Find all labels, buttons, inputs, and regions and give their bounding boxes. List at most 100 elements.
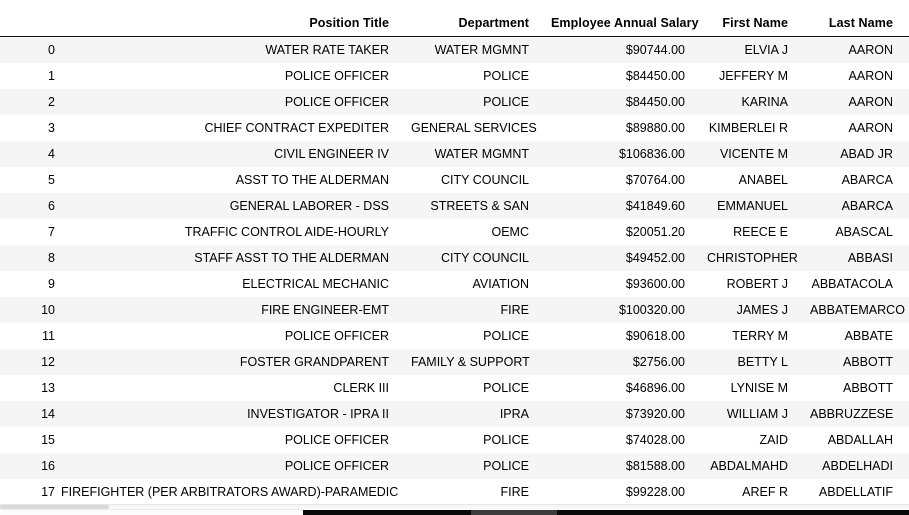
cell-department: STREETS & SAN (430, 199, 529, 213)
cell-index: 12 (41, 355, 55, 369)
column-header-position-title[interactable]: Position Title (55, 0, 405, 37)
cell-first-name: LYNISE M (730, 381, 788, 395)
cell-department: FIRE (500, 303, 529, 317)
cell-position-title: INVESTIGATOR - IPRA II (247, 407, 389, 421)
table-row[interactable]: 3 CHIEF CONTRACT EXPEDITER GENERAL SERVICE… (0, 115, 909, 141)
cell-department: FIRE (500, 485, 529, 499)
cell-first-name: EMMANUEL (717, 199, 788, 213)
table-row[interactable]: 8 STAFF ASST TO THE ALDERMAN CITY COUNCIL $… (0, 245, 909, 271)
cell-index: 15 (41, 433, 55, 447)
cell-index: 5 (48, 173, 55, 187)
cell-first-name: ZAID (759, 433, 788, 447)
table-row[interactable]: 9 ELECTRICAL MECHANIC AVIATION $93600.00 ROB… (0, 271, 909, 297)
column-header-index[interactable] (0, 0, 55, 37)
cell-last-name: AARON (848, 43, 893, 57)
cell-first-name: REECE E (733, 225, 788, 239)
cell-last-name: ABDELHADI (822, 459, 893, 473)
column-header-department[interactable]: Department (405, 0, 545, 37)
cell-salary: $70764.00 (625, 173, 685, 187)
cell-first-name: WILLIAM J (726, 407, 788, 421)
cell-salary: $106836.00 (618, 147, 685, 161)
cell-last-name: ABDELLATIF (818, 485, 893, 499)
dataframe-scroll-container[interactable]: Position Title Department Employee Annua… (0, 0, 909, 505)
cell-salary: $93600.00 (625, 277, 685, 291)
cell-first-name: AREF R (742, 485, 788, 499)
column-header-last-name[interactable]: Last Name (804, 0, 909, 37)
cell-index: 6 (48, 199, 55, 213)
table-row[interactable]: 17 FIREFIGHTER (PER ARBITRATORS AWARD)-PA… (0, 479, 909, 505)
cell-last-name: ABDALLAH (827, 433, 893, 447)
cell-index: 10 (41, 303, 55, 317)
table-row[interactable]: 5 ASST TO THE ALDERMAN CITY COUNCIL $70764.… (0, 167, 909, 193)
dataframe-viewport: Position Title Department Employee Annua… (0, 0, 909, 515)
cell-index: 14 (41, 407, 55, 421)
cell-last-name: AARON (848, 95, 893, 109)
cell-department: OEMC (491, 225, 530, 239)
cell-index: 3 (48, 121, 55, 135)
cell-last-name: ABBOTT (842, 355, 893, 369)
table-row[interactable]: 4 CIVIL ENGINEER IV WATER MGMNT $106836.00 V… (0, 141, 909, 167)
cell-salary: $81588.00 (625, 459, 685, 473)
cell-salary: $100320.00 (618, 303, 685, 317)
cell-index: 7 (48, 225, 55, 239)
table-row[interactable]: 12 FOSTER GRANDPARENT FAMILY & SUPPORT $275… (0, 349, 909, 375)
cell-first-name: VICENTE M (719, 147, 788, 161)
cell-position-title: CHIEF CONTRACT EXPEDITER (204, 121, 389, 135)
cell-position-title: ASST TO THE ALDERMAN (235, 173, 389, 187)
cell-index: 11 (42, 329, 55, 343)
cell-salary: $84450.00 (625, 69, 685, 83)
cell-department: WATER MGMNT (434, 147, 529, 161)
table-row[interactable]: 16 POLICE OFFICER POLICE $81588.00 ABDALMAHD… (0, 453, 909, 479)
cell-salary: $99228.00 (625, 485, 685, 499)
cell-first-name: ROBERT J (726, 277, 788, 291)
table-row[interactable]: 0 WATER RATE TAKER WATER MGMNT $90744.00 ELV… (0, 36, 909, 63)
chrome-segment-light (0, 509, 303, 515)
cell-salary: $49452.00 (625, 251, 685, 265)
table-row[interactable]: 2 POLICE OFFICER POLICE $84450.00 KARINA AARO… (0, 89, 909, 115)
table-row[interactable]: 6 GENERAL LABORER - DSS STREETS & SAN $4184… (0, 193, 909, 219)
cell-last-name: ABARCA (841, 199, 893, 213)
column-header-employee-annual-salary[interactable]: Employee Annual Salary (545, 0, 701, 37)
cell-department: POLICE (483, 459, 529, 473)
cell-position-title: FIREFIGHTER (PER ARBITRATORS AWARD)-PARA… (61, 485, 399, 499)
cell-first-name: ANABEL (738, 173, 788, 187)
cell-department: GENERAL SERVICES (411, 121, 537, 135)
cell-department: WATER MGMNT (434, 43, 529, 57)
cell-first-name: CHRISTOPHER (707, 251, 798, 265)
cell-position-title: GENERAL LABORER - DSS (229, 199, 389, 213)
table-row[interactable]: 11 POLICE OFFICER POLICE $90618.00 TERRY M AB… (0, 323, 909, 349)
cell-first-name: ELVIA J (744, 43, 788, 57)
cell-last-name: AARON (848, 69, 893, 83)
cell-department: IPRA (499, 407, 529, 421)
table-row[interactable]: 13 CLERK III POLICE $46896.00 LYNISE M ABBOTT (0, 375, 909, 401)
cell-last-name: ABBASI (847, 251, 893, 265)
cell-department: POLICE (483, 329, 529, 343)
cell-position-title: CLERK III (333, 381, 389, 395)
cell-salary: $90618.00 (625, 329, 685, 343)
cell-last-name: ABAD JR (840, 147, 893, 161)
cell-position-title: POLICE OFFICER (284, 329, 389, 343)
table-row[interactable]: 14 INVESTIGATOR - IPRA II IPRA $73920.00 WIL… (0, 401, 909, 427)
column-header-first-name[interactable]: First Name (701, 0, 804, 37)
table-body: 0 WATER RATE TAKER WATER MGMNT $90744.00 ELV… (0, 36, 909, 505)
cell-salary: $46896.00 (625, 381, 685, 395)
cell-index: 0 (48, 43, 55, 57)
cell-position-title: POLICE OFFICER (284, 459, 389, 473)
cell-salary: $73920.00 (625, 407, 685, 421)
cell-position-title: POLICE OFFICER (284, 95, 389, 109)
chrome-segment-dark-left (303, 510, 471, 515)
cell-department: CITY COUNCIL (441, 173, 529, 187)
cell-department: POLICE (483, 69, 529, 83)
table-row[interactable]: 7 TRAFFIC CONTROL AIDE-HOURLY OEMC $20051.2… (0, 219, 909, 245)
table-row[interactable]: 10 FIRE ENGINEER-EMT FIRE $100320.00 JAMES J… (0, 297, 909, 323)
cell-index: 4 (48, 147, 55, 161)
cell-index: 16 (41, 459, 55, 473)
table-row[interactable]: 1 POLICE OFFICER POLICE $84450.00 JEFFERY M A… (0, 63, 909, 89)
table-row[interactable]: 15 POLICE OFFICER POLICE $74028.00 ZAID ABDAL… (0, 427, 909, 453)
cell-last-name: ABBOTT (842, 381, 893, 395)
cell-salary: $74028.00 (625, 433, 685, 447)
cell-last-name: ABASCAL (835, 225, 893, 239)
window-bottom-chrome (0, 509, 909, 515)
chrome-segment-dark-right (557, 510, 909, 515)
cell-department: POLICE (483, 95, 529, 109)
